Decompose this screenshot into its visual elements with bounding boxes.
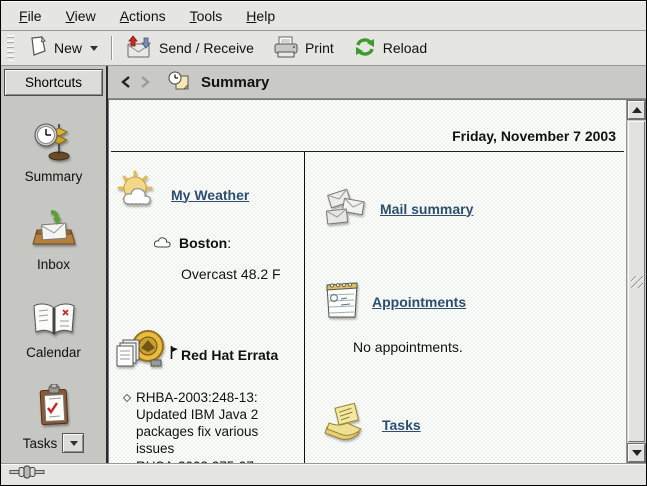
errata-title: Red Hat Errata [181,347,278,363]
errata-item[interactable]: RHBA-2003:248-13: Updated IBM Java 2 pac… [123,389,298,457]
sidebar-item-label: Tasks [23,436,58,451]
triangle-up-icon [632,107,642,113]
printer-icon [273,36,299,61]
sidebar-item-inbox[interactable]: Inbox [1,208,106,272]
calendar-book-icon [30,296,78,338]
errata-flag-icon [170,346,178,364]
print-button[interactable]: Print [267,32,340,65]
sidebar-item-summary[interactable]: Summary [1,120,106,184]
scrollbar-thumb[interactable] [628,121,645,442]
sidebar-item-label: Summary [25,169,83,184]
inbox-tray-icon [31,208,77,250]
weather-city-row: Boston: [153,235,298,251]
appointments-link[interactable]: Appointments [372,294,466,310]
summary-left-column: My Weather Boston: Overcast 48.2 F [109,152,305,463]
toolbar-grip[interactable] [7,35,14,61]
content-row: Friday, November 7 2003 My Weather [108,99,646,463]
tasks-link[interactable]: Tasks [382,417,421,433]
appointment-pad-icon [323,279,361,324]
back-button[interactable] [120,75,131,89]
shortcuts-button[interactable]: Shortcuts [4,69,103,96]
menu-view[interactable]: View [54,4,108,28]
sidebar-item-label: Inbox [37,257,70,272]
activity-spool-icon [9,465,45,484]
summary-content: Friday, November 7 2003 My Weather [108,100,626,463]
tasks-label-row: Tasks [23,433,85,453]
appointments-section-header: Appointments [323,279,626,324]
tasks-section-header: Tasks [323,401,626,448]
sidebar-item-tasks[interactable]: Tasks [1,384,106,453]
sidebar-item-calendar[interactable]: Calendar [1,296,106,360]
errata-list: RHBA-2003:248-13: Updated IBM Java 2 pac… [123,389,298,463]
summary-right-column: Mail summary Appointments No appointment… [305,152,626,463]
weather-section-header: My Weather [115,170,298,219]
page-title: Summary [201,74,269,91]
sidebar-item-label: Calendar [26,345,81,360]
folder-title-bar: Summary [108,66,646,99]
summary-notepad-clock-icon [168,70,190,95]
tasks-clipboard-icon [36,384,72,426]
triangle-down-icon [632,450,642,456]
reload-button[interactable]: Reload [347,32,433,65]
appointments-empty-text: No appointments. [353,339,626,355]
status-bar [1,463,646,485]
my-weather-link[interactable]: My Weather [171,187,249,203]
new-document-icon [29,36,48,60]
menu-tools[interactable]: Tools [178,4,235,28]
scroll-up-button[interactable] [628,101,645,119]
mail-summary-link[interactable]: Mail summary [380,201,473,217]
dropdown-chevron-icon [90,46,98,51]
sun-cloud-icon [115,170,163,219]
shortcut-bar: Shortcuts Summary Inbox Calendar [1,66,108,463]
evolution-window: File View Actions Tools Help New Send / … [0,0,647,486]
redhat-papers-icon [115,328,169,381]
menu-file[interactable]: File [7,4,54,28]
menu-bar: File View Actions Tools Help [1,1,646,31]
errata-item[interactable]: RHSA-2003:275-07: Updated CUPS packages … [123,458,298,463]
send-receive-button[interactable]: Send / Receive [119,31,260,66]
weather-condition: Overcast 48.2 F [181,266,298,282]
reload-arrows-icon [353,36,377,61]
summary-view: Summary Friday, November 7 2003 [108,66,646,463]
main-body: Shortcuts Summary Inbox Calendar [1,66,646,463]
shortcut-group-combo-button[interactable] [62,433,84,453]
vertical-scrollbar[interactable] [626,100,646,463]
small-cloud-icon [153,235,172,251]
toolbar-separator [111,36,112,60]
sticky-notes-icon [323,401,371,448]
thumb-grip-icon [631,276,643,288]
toolbar: New Send / Receive Print Reload [1,31,646,66]
weather-city: Boston [179,235,227,251]
mail-section-header: Mail summary [323,186,626,231]
forward-button[interactable] [140,75,151,89]
envelopes-icon [323,186,369,231]
new-button[interactable]: New [23,32,104,64]
menu-actions[interactable]: Actions [108,4,178,28]
chevron-down-icon [70,441,78,446]
menu-help[interactable]: Help [234,4,287,28]
scroll-down-button[interactable] [628,444,645,462]
summary-clock-compass-icon [32,120,76,162]
send-receive-envelope-icon [125,35,153,62]
summary-columns: My Weather Boston: Overcast 48.2 F [109,152,626,463]
date-header: Friday, November 7 2003 [109,100,626,151]
errata-section-header: Red Hat Errata [115,328,298,381]
